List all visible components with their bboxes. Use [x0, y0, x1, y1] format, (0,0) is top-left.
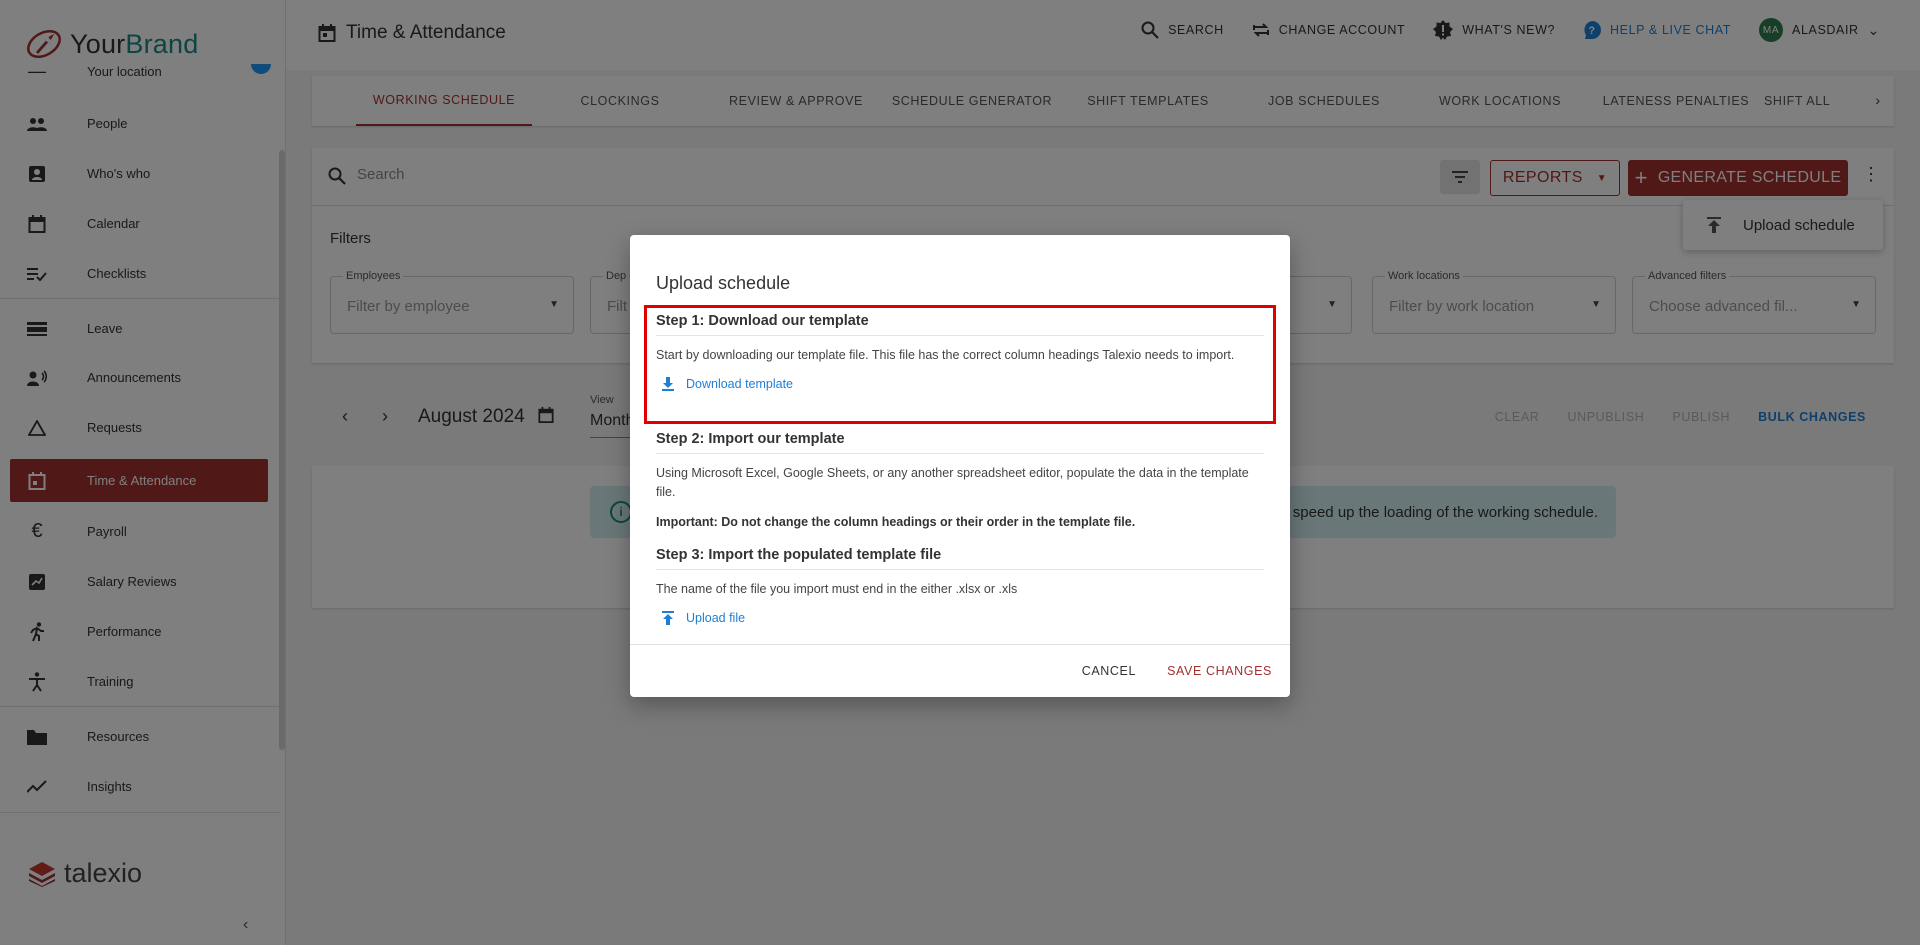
upload-schedule-dialog: Upload schedule Step 1: Download our tem…	[630, 235, 1290, 697]
dialog-title: Upload schedule	[656, 273, 791, 293]
step-2-important: Important: Do not change the column head…	[656, 515, 1136, 529]
step-2-title: Step 2: Import our template	[656, 431, 1264, 454]
step-2-text: Using Microsoft Excel, Google Sheets, or…	[656, 466, 1249, 499]
cancel-button[interactable]: CANCEL	[1082, 664, 1136, 678]
step-2: Step 2: Import our template Using Micros…	[656, 431, 1264, 532]
upload-file-link[interactable]: Upload file	[656, 611, 1264, 625]
step-3-text: The name of the file you import must end…	[656, 582, 1018, 596]
save-changes-button[interactable]: SAVE CHANGES	[1167, 664, 1272, 678]
upload-icon	[662, 611, 674, 625]
step-3: Step 3: Import the populated template fi…	[656, 547, 1264, 625]
upload-file-label: Upload file	[686, 611, 746, 625]
dialog-actions: CANCEL SAVE CHANGES	[630, 644, 1290, 697]
step-1-highlight	[644, 305, 1276, 424]
step-3-title: Step 3: Import the populated template fi…	[656, 547, 1264, 570]
